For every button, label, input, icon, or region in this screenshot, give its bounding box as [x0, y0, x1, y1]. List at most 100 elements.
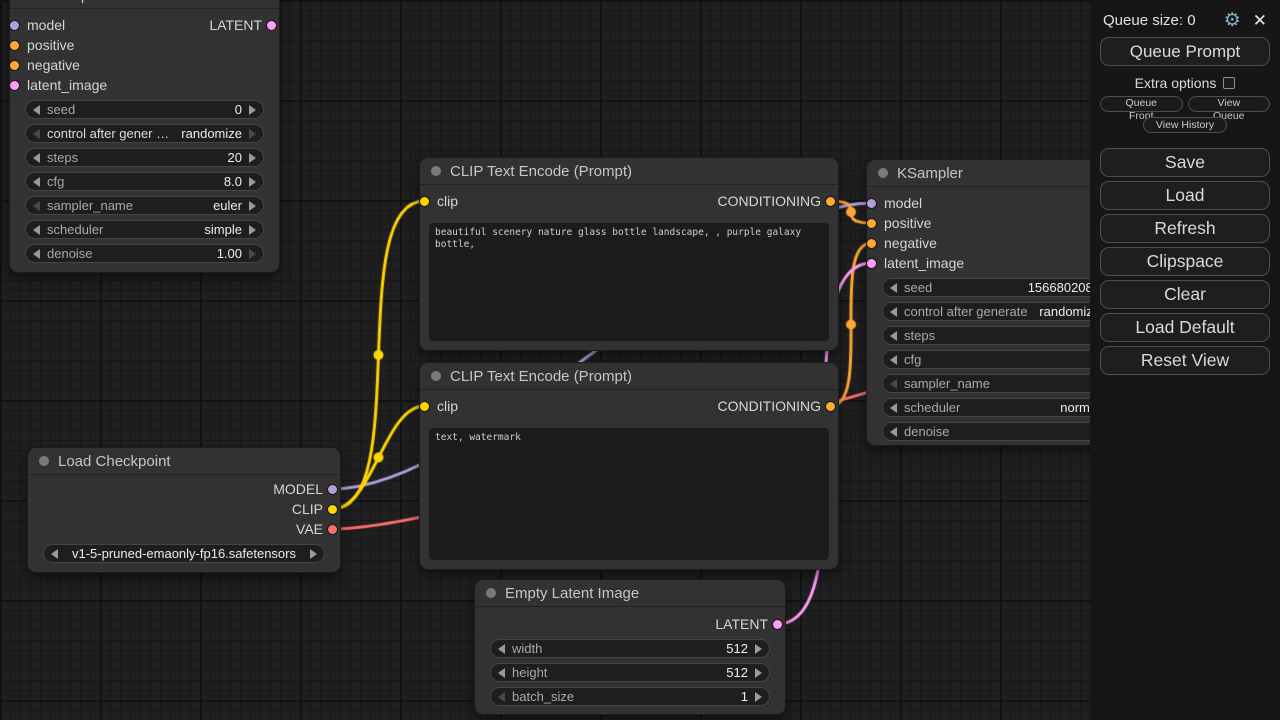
increment-arrow-icon[interactable] [249, 225, 256, 235]
decrement-arrow-icon[interactable] [33, 249, 40, 259]
decrement-arrow-icon[interactable] [890, 403, 897, 413]
collapse-dot-icon[interactable] [431, 166, 441, 176]
close-icon[interactable]: ✕ [1253, 12, 1267, 29]
input-dot-model[interactable] [867, 199, 876, 208]
node-titlebar[interactable]: Empty Latent Image [475, 580, 785, 606]
output-dot-clip[interactable] [328, 505, 337, 514]
settings-gear-icon[interactable]: ⚙ [1224, 11, 1241, 30]
output-dot-conditioning[interactable] [826, 402, 835, 411]
input-dot-positive[interactable] [867, 219, 876, 228]
widget-seed[interactable]: seed 0 [25, 100, 264, 119]
increment-arrow-icon[interactable] [249, 177, 256, 187]
widget-steps[interactable]: steps 20 [25, 148, 264, 167]
increment-arrow-icon[interactable] [755, 644, 762, 654]
decrement-arrow-icon[interactable] [890, 355, 897, 365]
load-default-button[interactable]: Load Default [1100, 313, 1270, 342]
output-dot-vae[interactable] [328, 525, 337, 534]
widget-control-after-generate[interactable]: control after generate randomize [882, 302, 1122, 321]
node-titlebar[interactable]: CLIP Text Encode (Prompt) [420, 363, 838, 389]
collapse-dot-icon[interactable] [39, 456, 49, 466]
output-dot-latent[interactable] [267, 21, 276, 30]
view-queue-button[interactable]: View Queue [1188, 96, 1271, 112]
input-dot-clip[interactable] [420, 197, 429, 206]
queue-size-label: Queue size: 0 [1103, 12, 1196, 29]
widget-cfg[interactable]: cfg [882, 350, 1122, 369]
widget-denoise[interactable]: denoise 1.00 [25, 244, 264, 263]
widget-steps[interactable]: steps [882, 326, 1122, 345]
decrement-arrow-icon[interactable] [890, 283, 897, 293]
decrement-arrow-icon[interactable] [33, 225, 40, 235]
decrement-arrow-icon[interactable] [498, 644, 505, 654]
output-dot-conditioning[interactable] [826, 197, 835, 206]
input-dot-model[interactable] [10, 21, 19, 30]
increment-arrow-icon[interactable] [249, 129, 256, 139]
node-title: Load Checkpoint [58, 453, 171, 470]
decrement-arrow-icon[interactable] [33, 105, 40, 115]
node-titlebar[interactable]: KSampler [10, 0, 279, 8]
decrement-arrow-icon[interactable] [33, 153, 40, 163]
input-dot-latent-image[interactable] [867, 259, 876, 268]
input-dot-positive[interactable] [10, 41, 19, 50]
output-dot-latent[interactable] [773, 620, 782, 629]
decrement-arrow-icon[interactable] [890, 379, 897, 389]
widget-width[interactable]: width 512 [490, 639, 770, 658]
input-dot-latent-image[interactable] [10, 81, 19, 90]
decrement-arrow-icon[interactable] [498, 668, 505, 678]
decrement-arrow-icon[interactable] [890, 331, 897, 341]
increment-arrow-icon[interactable] [249, 105, 256, 115]
collapse-dot-icon[interactable] [486, 588, 496, 598]
node-title: CLIP Text Encode (Prompt) [450, 368, 632, 385]
output-dot-model[interactable] [328, 485, 337, 494]
next-arrow-icon[interactable] [310, 549, 317, 559]
input-label: positive [27, 35, 74, 55]
increment-arrow-icon[interactable] [249, 249, 256, 259]
clipspace-button[interactable]: Clipspace [1100, 247, 1270, 276]
decrement-arrow-icon[interactable] [890, 307, 897, 317]
widget-sampler-name[interactable]: sampler_name [882, 374, 1122, 393]
view-history-button[interactable]: View History [1143, 117, 1227, 133]
graph-canvas[interactable]: KSampler model LATENT positive negative … [0, 0, 1280, 720]
decrement-arrow-icon[interactable] [33, 129, 40, 139]
widget-seed[interactable]: seed 1566802087 [882, 278, 1122, 297]
input-label: latent_image [27, 75, 107, 95]
refresh-button[interactable]: Refresh [1100, 214, 1270, 243]
collapse-dot-icon[interactable] [878, 168, 888, 178]
load-button[interactable]: Load [1100, 181, 1270, 210]
decrement-arrow-icon[interactable] [33, 177, 40, 187]
extra-options-checkbox[interactable] [1223, 77, 1235, 89]
decrement-arrow-icon[interactable] [33, 201, 40, 211]
prompt-textarea[interactable]: text, watermark [429, 428, 829, 560]
widget-height[interactable]: height 512 [490, 663, 770, 682]
widget-scheduler[interactable]: scheduler simple [25, 220, 264, 239]
widget-sampler-name[interactable]: sampler_name euler [25, 196, 264, 215]
queue-front-button[interactable]: Queue Front [1100, 96, 1183, 112]
widget-control-after-generate[interactable]: control after gener … randomize [25, 124, 264, 143]
widget-ckpt-name[interactable]: v1-5-pruned-emaonly-fp16.safetensors [43, 544, 325, 563]
node-title: KSampler [897, 165, 963, 182]
reset-view-button[interactable]: Reset View [1100, 346, 1270, 375]
save-button[interactable]: Save [1100, 148, 1270, 177]
input-dot-negative[interactable] [10, 61, 19, 70]
input-dot-clip[interactable] [420, 402, 429, 411]
widget-scheduler[interactable]: scheduler normal [882, 398, 1122, 417]
node-titlebar[interactable]: Load Checkpoint [28, 448, 340, 474]
previous-arrow-icon[interactable] [51, 549, 58, 559]
clear-button[interactable]: Clear [1100, 280, 1270, 309]
input-dot-negative[interactable] [867, 239, 876, 248]
increment-arrow-icon[interactable] [755, 668, 762, 678]
input-label: model [27, 15, 65, 35]
decrement-arrow-icon[interactable] [890, 427, 897, 437]
extra-options-row: Extra options [1090, 76, 1280, 90]
widget-denoise[interactable]: denoise [882, 422, 1122, 441]
widget-batch-size[interactable]: batch_size 1 [490, 687, 770, 706]
prompt-textarea[interactable]: beautiful scenery nature glass bottle la… [429, 223, 829, 341]
collapse-dot-icon[interactable] [431, 371, 441, 381]
queue-prompt-button[interactable]: Queue Prompt [1100, 37, 1270, 66]
increment-arrow-icon[interactable] [755, 692, 762, 702]
decrement-arrow-icon[interactable] [498, 692, 505, 702]
widget-cfg[interactable]: cfg 8.0 [25, 172, 264, 191]
increment-arrow-icon[interactable] [249, 201, 256, 211]
increment-arrow-icon[interactable] [249, 153, 256, 163]
node-titlebar[interactable]: CLIP Text Encode (Prompt) [420, 158, 838, 184]
output-label: LATENT [715, 614, 768, 634]
